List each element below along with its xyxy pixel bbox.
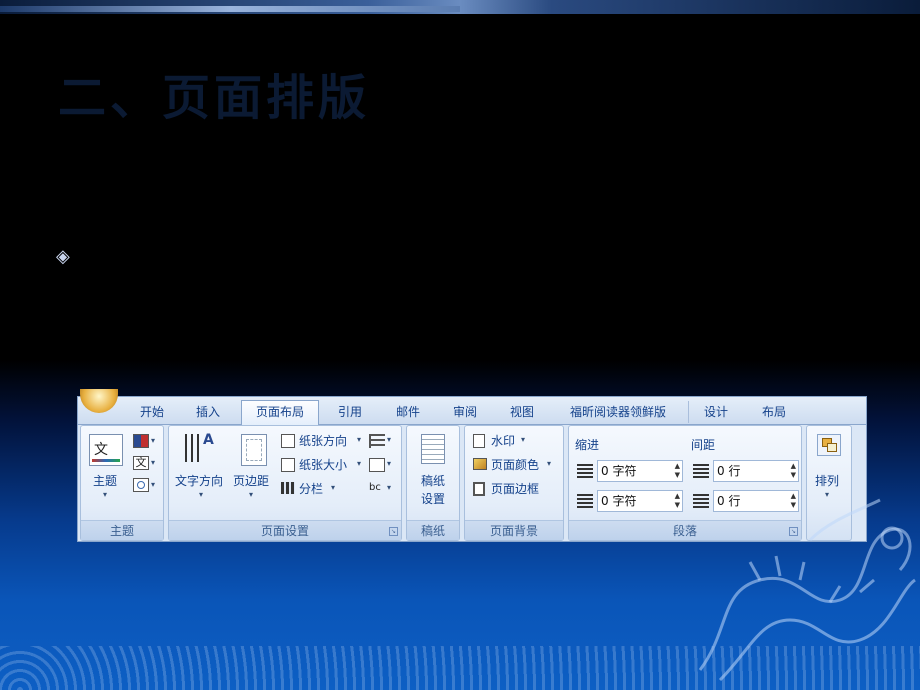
line-numbers-icon[interactable]: [369, 458, 385, 472]
breaks-icon[interactable]: [369, 434, 385, 448]
tab-separator: [688, 401, 689, 423]
orientation-icon[interactable]: [281, 434, 295, 448]
spacing-before-input[interactable]: 0 行 ▲ ▼: [713, 460, 799, 482]
group-page-background: 水印 ▾ 页面颜色 ▾ 页面边框 页面背景: [464, 425, 564, 541]
spinner-arrows-icon: ▲ ▼: [674, 462, 680, 479]
tab-mailings[interactable]: 邮件: [390, 403, 426, 423]
tab-references[interactable]: 引用: [332, 403, 368, 423]
arrange-icon[interactable]: [817, 434, 841, 456]
dropdown-arrow-icon: ▾: [387, 435, 392, 444]
dropdown-arrow-icon: ▾: [151, 480, 156, 489]
dropdown-arrow-icon: ▾: [357, 459, 362, 468]
wave-decoration: [0, 646, 920, 690]
hyphenation-icon[interactable]: bc: [369, 482, 385, 494]
slide-title: 二、页面排版: [58, 70, 371, 126]
tab-foxit-reader[interactable]: 福昕阅读器领鲜版: [562, 403, 674, 423]
theme-icon[interactable]: 文: [89, 434, 123, 466]
group-draft-label: 稿纸: [407, 520, 459, 540]
spinner-arrows-icon: ▲ ▼: [790, 462, 796, 479]
tab-home[interactable]: 开始: [134, 403, 170, 423]
page-color-icon[interactable]: [473, 458, 487, 470]
top-decor-highlight: [0, 6, 460, 12]
group-page-setup: A 文字方向 ▾ 页边距 ▾ 纸张方向 ▾ 纸张大小 ▾ 分栏 ▾ ▾ ▾ bc…: [168, 425, 402, 541]
office-button-icon[interactable]: [80, 389, 118, 413]
dropdown-arrow-icon: ▾: [151, 436, 156, 445]
draft-paper-icon[interactable]: [421, 434, 445, 464]
size-label[interactable]: 纸张大小: [299, 456, 347, 473]
columns-icon[interactable]: [281, 482, 295, 494]
watermark-icon[interactable]: [473, 434, 485, 448]
bullet-diamond-icon: ◈: [56, 246, 70, 267]
theme-dropdown-arrow-icon[interactable]: ▾: [103, 490, 107, 499]
indent-header: 缩进: [575, 438, 600, 452]
indent-left-input[interactable]: 0 字符 ▲ ▼: [597, 460, 683, 482]
tab-page-layout[interactable]: 页面布局: [241, 400, 319, 426]
spacing-before-icon: [693, 464, 709, 478]
tab-insert[interactable]: 插入: [190, 403, 226, 423]
dropdown-arrow-icon: ▾: [387, 483, 392, 492]
columns-label[interactable]: 分栏: [299, 480, 323, 497]
page-borders-icon[interactable]: [473, 482, 485, 496]
size-icon[interactable]: [281, 458, 295, 472]
dialog-launcher-icon[interactable]: ↘: [389, 527, 398, 536]
theme-effects-icon[interactable]: [133, 478, 149, 492]
indent-left-icon: [577, 464, 593, 478]
dropdown-arrow-icon: ▾: [151, 458, 156, 467]
page-color-label[interactable]: 页面颜色: [491, 456, 539, 473]
tab-design[interactable]: 设计: [698, 403, 734, 423]
margins-label[interactable]: 页边距: [233, 472, 269, 489]
ribbon-tab-bar: 开始 插入 页面布局 引用 邮件 审阅 视图 福昕阅读器领鲜版 设计 布局: [78, 389, 866, 426]
tab-view[interactable]: 视图: [504, 403, 540, 423]
watermark-label[interactable]: 水印: [491, 432, 515, 449]
text-direction-icon[interactable]: A: [183, 432, 217, 466]
group-page-setup-label: 页面设置: [169, 520, 401, 540]
dropdown-arrow-icon: ▾: [521, 435, 526, 444]
dropdown-arrow-icon: ▾: [357, 435, 362, 444]
draft-button-line2[interactable]: 设置: [421, 490, 445, 507]
dropdown-arrow-icon: ▾: [199, 490, 204, 499]
tab-review[interactable]: 审阅: [447, 403, 483, 423]
indent-right-icon: [577, 494, 593, 508]
tab-layout[interactable]: 布局: [756, 403, 792, 423]
dropdown-arrow-icon: ▾: [547, 459, 552, 468]
group-theme-label: 主题: [81, 520, 163, 540]
dropdown-arrow-icon: ▾: [387, 459, 392, 468]
group-theme: 文 主题 ▾ 文 ▾ ▾ ▾ 主题: [80, 425, 164, 541]
group-draft: 稿纸 设置 稿纸: [406, 425, 460, 541]
margins-icon[interactable]: [241, 434, 267, 466]
page-borders-label[interactable]: 页面边框: [491, 480, 539, 497]
draft-button-line1[interactable]: 稿纸: [421, 472, 445, 489]
dropdown-arrow-icon: ▾: [331, 483, 336, 492]
theme-colors-icon[interactable]: [133, 434, 149, 448]
spacing-header: 间距: [691, 438, 716, 452]
text-direction-label[interactable]: 文字方向: [175, 472, 223, 489]
group-page-background-label: 页面背景: [465, 520, 563, 540]
theme-fonts-icon[interactable]: 文: [133, 456, 149, 470]
dropdown-arrow-icon: ▾: [249, 490, 254, 499]
top-decor-bar: [0, 0, 920, 14]
orientation-label[interactable]: 纸张方向: [299, 432, 347, 449]
theme-button-label[interactable]: 主题: [93, 472, 117, 489]
